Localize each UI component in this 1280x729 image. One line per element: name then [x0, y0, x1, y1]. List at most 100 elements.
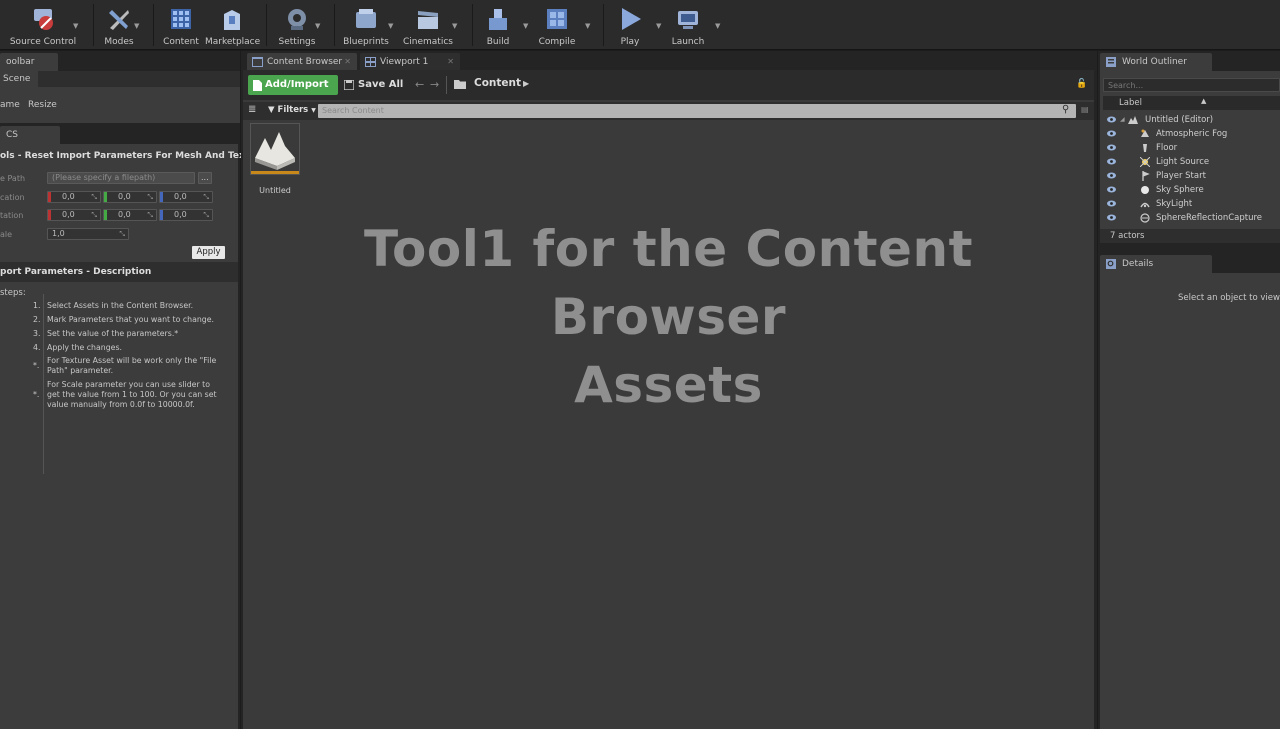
rotation-x-field[interactable]: 0,0 ⤡: [47, 209, 101, 221]
tab-world-outliner[interactable]: World Outliner: [1100, 53, 1212, 71]
outliner-row[interactable]: SkyLight: [1100, 197, 1280, 211]
content-button[interactable]: Content: [162, 2, 200, 48]
outliner-row[interactable]: Atmospheric Fog: [1100, 127, 1280, 141]
add-import-button[interactable]: Add/Import ▼: [248, 75, 338, 109]
drag-handle-icon[interactable]: ⤡: [203, 192, 209, 202]
path-content[interactable]: Content: [474, 77, 521, 89]
dropdown-arrow-icon[interactable]: ▼: [134, 22, 142, 30]
row-label: SphereReflectionCapture: [1156, 213, 1263, 223]
play-button[interactable]: Play: [612, 2, 648, 48]
back-arrow-icon[interactable]: ←: [415, 78, 424, 91]
source-control-button[interactable]: Source Control: [8, 2, 78, 48]
dropdown-arrow-icon[interactable]: ▼: [585, 22, 593, 30]
frame-button[interactable]: ame: [0, 100, 20, 110]
outliner-row[interactable]: Sky Sphere: [1100, 183, 1280, 197]
drag-handle-icon[interactable]: ⤡: [203, 210, 209, 220]
drag-handle-icon[interactable]: ⤡: [91, 210, 97, 220]
forward-arrow-icon[interactable]: →: [430, 78, 439, 91]
dropdown-arrow-icon[interactable]: ▼: [523, 22, 531, 30]
apply-button[interactable]: Apply: [192, 246, 225, 259]
value: 0,0: [118, 210, 131, 219]
content-browser-toolbar: Add/Import ▼ Save All ← → Content ▶ 🔓: [243, 70, 1094, 109]
dropdown-arrow-icon[interactable]: ▼: [73, 22, 81, 30]
list-item: 1. Select Assets in the Content Browser.: [0, 301, 238, 315]
sort-arrow-icon: ▲: [1201, 97, 1207, 105]
save-all-button[interactable]: Save All: [343, 75, 405, 95]
filters-button[interactable]: ▼ Filters ▼: [268, 105, 316, 115]
lock-icon[interactable]: 🔓: [1076, 79, 1087, 89]
resize-button[interactable]: Resize: [28, 100, 57, 110]
build-button[interactable]: Build: [480, 2, 516, 48]
outliner-search-input[interactable]: Search...: [1103, 78, 1280, 92]
eye-icon[interactable]: [1107, 172, 1116, 179]
dropdown-arrow-icon[interactable]: ▼: [715, 22, 723, 30]
scale-field[interactable]: 1,0 ⤡: [47, 228, 129, 240]
location-y-field[interactable]: 0,0 ⤡: [103, 191, 157, 203]
tab-viewport[interactable]: Viewport 1 ✕: [360, 53, 460, 71]
outliner-row[interactable]: Floor: [1100, 141, 1280, 155]
tab-toolbar[interactable]: oolbar: [0, 53, 58, 71]
settings-button[interactable]: Settings: [276, 2, 318, 48]
close-icon[interactable]: ✕: [447, 53, 454, 71]
add-import-label: Add/Import: [265, 79, 329, 90]
eye-icon[interactable]: [1107, 158, 1116, 165]
drag-handle-icon[interactable]: ⤡: [119, 229, 125, 239]
compile-button[interactable]: Compile: [536, 2, 578, 48]
dropdown-arrow-icon[interactable]: ▼: [452, 22, 460, 30]
label-column-header[interactable]: Label ▲: [1103, 96, 1280, 110]
drag-handle-icon[interactable]: ⤡: [147, 210, 153, 220]
row-label: Sky Sphere: [1156, 185, 1204, 195]
asset-name: Untitled: [259, 186, 291, 195]
toolbar-divider: [334, 4, 335, 46]
drag-handle-icon[interactable]: ⤡: [91, 192, 97, 202]
marketplace-button[interactable]: Marketplace: [205, 2, 260, 48]
settings-icon[interactable]: ▤: [1081, 105, 1089, 114]
eye-icon[interactable]: [1107, 130, 1116, 137]
outliner-row[interactable]: SphereReflectionCapture: [1100, 211, 1280, 225]
modes-icon: [109, 10, 129, 30]
scene-tab-strip: Scene: [0, 71, 240, 87]
eye-icon[interactable]: [1107, 214, 1116, 221]
list-item: 4. Apply the changes.: [0, 343, 238, 357]
blueprints-button[interactable]: Blueprints: [342, 2, 390, 48]
dropdown-arrow-icon[interactable]: ▼: [388, 22, 396, 30]
tab-tools[interactable]: CS: [0, 126, 60, 144]
asset-tile[interactable]: [250, 123, 300, 175]
file-path-input[interactable]: (Please specify a filepath): [47, 172, 195, 184]
step-number: *.: [33, 361, 40, 370]
eye-icon[interactable]: [1107, 186, 1116, 193]
eye-icon[interactable]: [1107, 200, 1116, 207]
rotation-z-field[interactable]: 0,0 ⤡: [159, 209, 213, 221]
modes-button[interactable]: Modes: [100, 2, 138, 48]
dropdown-arrow-icon[interactable]: ▼: [656, 22, 664, 30]
eye-icon[interactable]: [1107, 116, 1116, 123]
list-item: *. For Scale parameter you can use slide…: [0, 380, 238, 414]
tab-scene[interactable]: Scene: [0, 71, 38, 87]
location-x-field[interactable]: 0,0 ⤡: [47, 191, 101, 203]
dropdown-arrow-icon[interactable]: ▼: [315, 22, 323, 30]
expand-arrow-icon[interactable]: ◢: [1120, 113, 1125, 127]
search-icon[interactable]: ⚲: [1062, 104, 1069, 115]
player-start-icon: [1142, 171, 1150, 181]
step-text: Mark Parameters that you want to change.: [47, 315, 215, 324]
filters-label: Filters: [277, 105, 309, 115]
rotation-y-field[interactable]: 0,0 ⤡: [103, 209, 157, 221]
search-input[interactable]: Search Content: [318, 104, 1076, 118]
cinematics-button[interactable]: Cinematics: [402, 2, 454, 48]
browse-button[interactable]: ...: [198, 172, 212, 184]
location-z-field[interactable]: 0,0 ⤡: [159, 191, 213, 203]
list-view-icon[interactable]: ≣: [248, 104, 256, 115]
outliner-row[interactable]: Player Start: [1100, 169, 1280, 183]
launch-button[interactable]: Launch: [668, 2, 708, 48]
outliner-row[interactable]: ◢ Untitled (Editor): [1100, 113, 1280, 127]
drag-handle-icon[interactable]: ⤡: [147, 192, 153, 202]
path-chevron-icon[interactable]: ▶: [523, 79, 529, 88]
tab-content-browser[interactable]: Content Browser ✕: [247, 53, 357, 71]
filter-icon: ▼: [268, 105, 275, 115]
tab-details[interactable]: Details: [1100, 255, 1212, 273]
outliner-row[interactable]: Light Source: [1100, 155, 1280, 169]
list-item: 2. Mark Parameters that you want to chan…: [0, 315, 238, 329]
eye-icon[interactable]: [1107, 144, 1116, 151]
toolbar-label: Content: [163, 37, 199, 47]
close-icon[interactable]: ✕: [344, 53, 351, 71]
